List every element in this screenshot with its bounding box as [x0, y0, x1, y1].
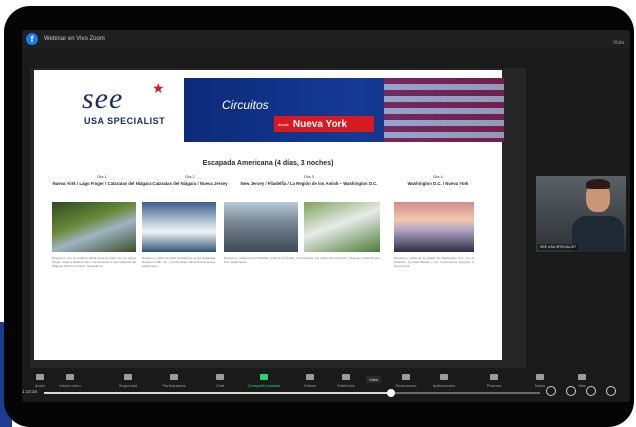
toolbar-label: Compartir pantalla: [247, 383, 281, 388]
progress-knob[interactable]: [387, 389, 396, 397]
day-4-text: Desayuno. Visita de la ciudad de Washing…: [394, 256, 474, 269]
pizarras-icon: [490, 374, 498, 380]
toolbar-label: Iniciar video: [59, 383, 81, 388]
participant-name: SEE USA SPECIALIST: [538, 244, 579, 250]
playback-progress[interactable]: 1:14:34: [22, 389, 542, 397]
day-2: Día 2 Cataratas del Niágara / Nueva Jers…: [140, 174, 240, 186]
window-title: Webinar en Vivo Zoom: [44, 36, 105, 42]
day-3: Día 3 New Jersey / Filadelfia / La Regió…: [234, 174, 384, 186]
grabar-icon: [306, 374, 314, 380]
toolbar-item-subt-tulos[interactable]: Subtítulos: [328, 372, 364, 388]
toolbar-item-pizarras[interactable]: Pizarras: [476, 372, 512, 388]
shared-screen: see ★ USA SPECIALIST Circuitos desde Nue…: [30, 68, 526, 368]
audio-icon: [36, 374, 44, 380]
m-s-icon: [578, 374, 586, 380]
flag-stripes: [384, 78, 504, 142]
photo-washington: [394, 202, 474, 252]
titlebar: f Webinar en Vivo Zoom: [22, 30, 630, 48]
star-icon: ★: [152, 80, 165, 96]
page: f Webinar en Vivo Zoom Vista see ★ USA S…: [0, 0, 636, 427]
toolbar-item-chat[interactable]: Chat: [202, 372, 238, 388]
reacciones-icon: [402, 374, 410, 380]
fullscreen-icon[interactable]: [606, 386, 616, 396]
notas-icon: [536, 374, 544, 380]
progress-track[interactable]: [44, 389, 540, 397]
day-3-text: Desayuno. Salida hacia Filadelfia, visit…: [224, 256, 380, 265]
day-4: Día 4 Washington D.C. / Nueva York: [388, 174, 488, 186]
person-body: [572, 216, 624, 252]
gear-icon[interactable]: [566, 386, 576, 396]
subt-tulos-icon: [342, 374, 350, 380]
toolbar-item-aplicaciones[interactable]: Aplicaciones: [426, 372, 462, 388]
progress-fill: [44, 392, 392, 394]
banner-destination: Nueva York: [292, 118, 348, 130]
chat-icon: [216, 374, 224, 380]
iniciar-video-icon: [66, 374, 74, 380]
settings-icon[interactable]: [546, 386, 556, 396]
slide-heading: Escapada Americana (4 días, 3 noches): [202, 160, 334, 167]
day-title: New Jersey / Filadelfia / La Región de l…: [240, 181, 378, 186]
view-button[interactable]: Vista: [613, 40, 624, 46]
slide: see ★ USA SPECIALIST Circuitos desde Nue…: [34, 70, 504, 360]
photo-niagara-falls: [142, 202, 216, 252]
toolbar-item-participantes[interactable]: Participantes: [156, 372, 192, 388]
day-number: Día 4: [433, 174, 443, 179]
compartir-pantalla-icon: [260, 374, 268, 380]
day-number: Día 2: [185, 174, 195, 179]
toolbar-label: Pizarras: [486, 383, 502, 388]
photo-house: [304, 202, 380, 252]
day-title: Cataratas del Niágara / Nueva Jersey: [152, 181, 228, 186]
toolbar-item-compartir-pantalla[interactable]: Compartir pantalla: [246, 372, 282, 388]
see-logo: see: [82, 82, 124, 115]
toolbar-label: Seguridad: [118, 383, 138, 388]
toolbar-label: Chat: [215, 383, 225, 388]
day-title: Nueva York / Lago Finger / Cataratas del…: [52, 181, 152, 186]
day-number: Día 3: [304, 174, 314, 179]
toolbar-item-seguridad[interactable]: Seguridad: [110, 372, 146, 388]
banner: Circuitos desde Nueva York: [184, 78, 504, 142]
day-1-text: Desayuno. Por la mañana salida hacia la …: [52, 256, 136, 269]
person-hair: [586, 179, 610, 189]
volume-icon[interactable]: [586, 386, 596, 396]
seguridad-icon: [124, 374, 132, 380]
toolbar-label: Reacciones: [395, 383, 417, 388]
photo-philadelphia: [224, 202, 298, 252]
meeting-toolbar: Audio Iniciar video Seguridad Participantes…: [22, 370, 630, 402]
facebook-icon: f: [26, 33, 38, 45]
participant-video[interactable]: SEE USA SPECIALIST: [536, 176, 626, 252]
day-1: Día 1 Nueva York / Lago Finger / Catarat…: [52, 174, 152, 186]
aplicaciones-icon: [440, 374, 448, 380]
toolbar-item-reacciones[interactable]: Reacciones: [388, 372, 424, 388]
day-2-text: Desayuno. Visita del lado canadiense de …: [142, 256, 216, 269]
playback-time: 1:14:34: [22, 389, 38, 394]
day-title: Washington D.C. / Nueva York: [407, 181, 469, 186]
zoom-window: f Webinar en Vivo Zoom Vista see ★ USA S…: [22, 30, 630, 402]
day-number: Día 1: [97, 174, 107, 179]
toolbar-label: Aplicaciones: [432, 383, 456, 388]
toolbar-label: Subtítulos: [337, 383, 355, 388]
banner-desde: desde: [278, 121, 289, 127]
toolbar-item-iniciar-video[interactable]: Iniciar video: [52, 372, 88, 388]
toolbar-label: Participantes: [162, 383, 186, 388]
photo-watkins-glen: [52, 202, 136, 252]
vista-label[interactable]: Vista: [366, 376, 381, 383]
participantes-icon: [170, 374, 178, 380]
banner-destination-tag: desde Nueva York: [274, 116, 374, 132]
banner-circuitos: Circuitos: [222, 98, 269, 112]
toolbar-label: Grabar: [303, 383, 317, 388]
toolbar-item-grabar[interactable]: Grabar: [292, 372, 328, 388]
logo-subtitle: USA SPECIALIST: [84, 116, 166, 126]
